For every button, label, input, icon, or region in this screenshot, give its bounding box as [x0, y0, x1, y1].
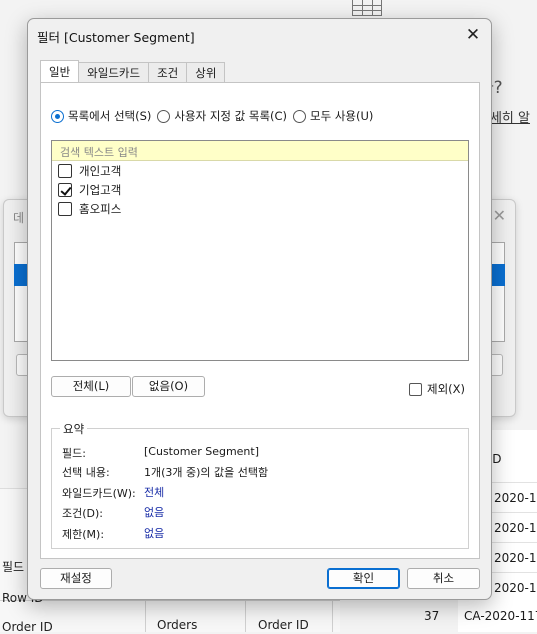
tab-bar: 일반 와일드카드 조건 상위	[40, 60, 226, 83]
summary-label: 필드:	[62, 447, 86, 460]
radio-use-all[interactable]	[293, 109, 307, 123]
divider	[0, 600, 340, 601]
radio-custom-value-list[interactable]	[157, 109, 171, 123]
list-item[interactable]: 홈오피스	[52, 199, 468, 218]
exclude-option[interactable]: 제외(X)	[409, 381, 465, 397]
value-list: 검색 텍스트 입력 개인고객 기업고객 홈오피스	[51, 140, 469, 361]
exclude-checkbox[interactable]	[409, 382, 422, 396]
general-tab-panel: 목록에서 선택(S) 사용자 지정 값 목록(C) 모두 사용(U) 검색 텍스…	[40, 82, 480, 559]
close-icon: ✕	[492, 206, 506, 225]
title-bar: 필터 [Customer Segment] ✕	[28, 19, 491, 51]
fields-label: 필드	[2, 560, 25, 574]
item-label: 홈오피스	[79, 201, 122, 216]
divider	[245, 600, 246, 632]
summary-label: 조건(D):	[62, 507, 103, 520]
wildcard-link[interactable]: 전체	[144, 484, 164, 500]
list-item[interactable]: 기업고객	[52, 180, 468, 199]
row-number: 37	[424, 609, 440, 623]
item-checkbox[interactable]	[58, 201, 72, 216]
select-none-button[interactable]: 없음(O)	[132, 376, 205, 397]
close-icon[interactable]: ✕	[461, 23, 485, 47]
item-label: 기업고객	[79, 182, 122, 197]
radio-label: 사용자 지정 값 목록(C)	[174, 109, 288, 123]
list-item[interactable]: 개인고객	[52, 161, 468, 180]
filter-dialog: 필터 [Customer Segment] ✕ 일반 와일드카드 조건 상위 목…	[27, 18, 492, 600]
item-label: 개인고객	[79, 163, 122, 178]
background-dialog-title: 데	[13, 211, 25, 225]
summary-legend: 요약	[60, 421, 88, 437]
summary-label: 와일드카드(W):	[62, 487, 136, 500]
cancel-button[interactable]: 취소	[407, 568, 480, 589]
item-checkbox[interactable]	[58, 182, 72, 197]
divider	[332, 600, 333, 632]
summary-label: 선택 내용:	[62, 466, 110, 479]
summary-group: 요약 필드: [Customer Segment] 선택 내용: 1개(3개 중…	[51, 421, 469, 549]
ok-button[interactable]: 확인	[327, 568, 400, 589]
tab-wildcard[interactable]: 와일드카드	[78, 62, 150, 82]
row-order-id: CA-2020-117	[464, 609, 537, 623]
exclude-label: 제외(X)	[427, 382, 466, 396]
tab-top[interactable]: 상위	[186, 62, 226, 82]
radio-select-from-list[interactable]	[51, 109, 64, 123]
search-input[interactable]: 검색 텍스트 입력	[52, 141, 468, 161]
column-header-orders: Orders	[157, 618, 198, 632]
summary-value: [Customer Segment]	[144, 445, 260, 458]
limit-link[interactable]: 없음	[144, 525, 164, 541]
divider	[145, 600, 146, 632]
column-header-order-id: Order ID	[258, 618, 309, 632]
select-all-button[interactable]: 전체(L)	[51, 376, 131, 397]
radio-label: 모두 사용(U)	[310, 109, 374, 123]
summary-label: 제한(M):	[62, 528, 105, 541]
radio-label: 목록에서 선택(S)	[68, 109, 152, 123]
table-icon	[352, 0, 382, 16]
selection-mode-group: 목록에서 선택(S) 사용자 지정 값 목록(C) 모두 사용(U)	[51, 108, 379, 124]
tab-general[interactable]: 일반	[40, 60, 80, 82]
condition-link[interactable]: 없음	[144, 504, 164, 520]
reset-button[interactable]: 재설정	[40, 568, 112, 589]
dialog-title: 필터 [Customer Segment]	[37, 30, 195, 45]
tab-condition[interactable]: 조건	[148, 62, 188, 82]
summary-value: 1개(3개 중)의 값을 선택함	[144, 466, 269, 479]
item-checkbox[interactable]	[58, 163, 72, 178]
